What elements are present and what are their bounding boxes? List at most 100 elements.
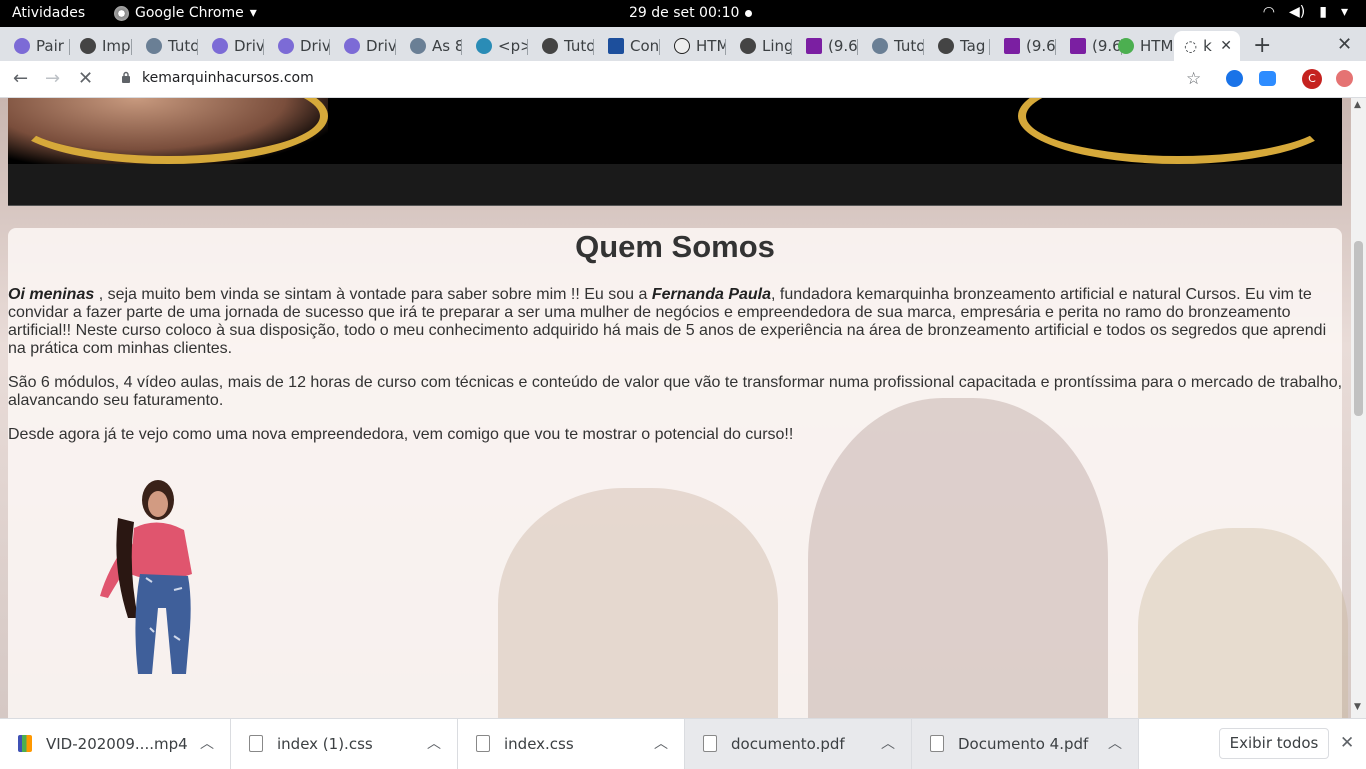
tab[interactable]: Driv: [198, 31, 264, 61]
section-title: Quem Somos: [575, 229, 775, 264]
tab-favicon-icon: [674, 38, 690, 54]
chevron-up-icon[interactable]: ︿: [654, 733, 668, 753]
scroll-down-arrow-icon[interactable]: ▼: [1354, 702, 1361, 712]
chevron-up-icon[interactable]: ︿: [200, 733, 214, 753]
activities-button[interactable]: Atividades: [12, 5, 85, 21]
pdf-file-icon: [930, 735, 944, 752]
download-item[interactable]: VID-202009....mp4 ︿: [0, 719, 231, 769]
download-filename: Documento 4.pdf: [958, 735, 1089, 753]
download-filename: index.css: [504, 735, 574, 753]
tab-active[interactable]: ◌ k ✕: [1174, 31, 1240, 61]
tab-label: Ling: [762, 37, 792, 55]
header-banner: [8, 98, 1342, 164]
volume-icon: ◀): [1289, 4, 1306, 20]
tab-favicon-icon: [740, 38, 756, 54]
tab-label: Tag: [960, 37, 986, 55]
tab-favicon-icon: [278, 38, 294, 54]
update-icon[interactable]: [1336, 70, 1353, 87]
lock-icon[interactable]: [121, 71, 131, 83]
back-arrow-icon[interactable]: ←: [13, 68, 28, 89]
tab-label: Pair: [36, 37, 64, 55]
tab[interactable]: HTM: [660, 31, 726, 61]
tab[interactable]: Driv: [264, 31, 330, 61]
tab-close-icon[interactable]: ✕: [1220, 38, 1232, 54]
loading-spinner-icon: ◌: [1184, 37, 1198, 55]
tab[interactable]: Con: [594, 31, 660, 61]
show-all-downloads-button[interactable]: Exibir todos: [1219, 728, 1329, 759]
tab[interactable]: Ling: [726, 31, 792, 61]
downloads-bar: VID-202009....mp4 ︿ index (1).css ︿ inde…: [0, 718, 1366, 769]
zoom-extension-icon[interactable]: [1259, 71, 1276, 86]
file-icon: [249, 735, 263, 752]
tab-favicon-icon: [1118, 38, 1134, 54]
tab-label: Tuto: [168, 37, 198, 55]
tab[interactable]: Tuto: [132, 31, 198, 61]
tab[interactable]: Imp: [66, 31, 132, 61]
window-close-button[interactable]: ✕: [1337, 34, 1352, 55]
tab-favicon-icon: [1004, 38, 1020, 54]
tab-favicon-icon: [146, 38, 162, 54]
scroll-up-arrow-icon[interactable]: ▲: [1354, 100, 1361, 110]
tab[interactable]: <p>: [462, 31, 528, 61]
page-scrollbar[interactable]: ▲ ▼: [1351, 98, 1366, 718]
tab[interactable]: (9.6: [792, 31, 858, 61]
tab-favicon-icon: [80, 38, 96, 54]
tab-label: As 8: [432, 37, 462, 55]
extension-icon[interactable]: [1226, 70, 1243, 87]
download-item[interactable]: index.css ︿: [458, 719, 685, 769]
download-item[interactable]: Documento 4.pdf ︿: [912, 719, 1139, 769]
tab-favicon-icon: [410, 38, 426, 54]
tab-strip: Pair Imp Tuto Driv Driv Driv As 8 <p> Tu…: [0, 27, 1366, 61]
pdf-file-icon: [703, 735, 717, 752]
forward-arrow-icon[interactable]: →: [45, 68, 60, 89]
tab-label: Driv: [300, 37, 330, 55]
tab-favicon-icon: [938, 38, 954, 54]
address-bar[interactable]: kemarquinhacursos.com: [142, 70, 314, 86]
tab-label: Imp: [102, 37, 131, 55]
stop-loading-icon[interactable]: ✕: [78, 68, 93, 89]
tab-label: <p>: [498, 37, 528, 55]
tab[interactable]: Pair: [0, 31, 70, 61]
app-menu[interactable]: Google Chrome ▾: [114, 5, 257, 21]
tab-label: (9.6: [828, 37, 858, 55]
scrollbar-thumb[interactable]: [1354, 241, 1363, 416]
clock-text: 29 de set 00:10: [629, 5, 740, 21]
caret-down-icon: ▾: [1340, 4, 1348, 20]
chevron-up-icon[interactable]: ︿: [1108, 733, 1122, 753]
download-item[interactable]: index (1).css ︿: [231, 719, 458, 769]
tab-label: Con: [630, 37, 660, 55]
page-viewport: Quem Somos Oi meninas , seja muito bem v…: [0, 98, 1351, 718]
download-item[interactable]: documento.pdf ︿: [685, 719, 912, 769]
bookmark-star-icon[interactable]: ☆: [1186, 69, 1201, 89]
tab-label: HTM: [696, 37, 726, 55]
chevron-up-icon[interactable]: ︿: [881, 733, 895, 753]
tab-label: k: [1203, 37, 1212, 55]
profile-avatar[interactable]: C: [1302, 69, 1322, 89]
tab[interactable]: Driv: [330, 31, 396, 61]
clock[interactable]: 29 de set 00:10: [629, 5, 753, 21]
system-top-bar: Atividades Google Chrome ▾ 29 de set 00:…: [0, 0, 1366, 27]
system-menu[interactable]: ◠ ◀) ▮ ▾: [1263, 4, 1348, 20]
tab-label: Driv: [234, 37, 264, 55]
tab[interactable]: Tuto: [858, 31, 924, 61]
tab[interactable]: (9.6: [990, 31, 1056, 61]
tab[interactable]: Tag: [924, 31, 990, 61]
chevron-up-icon[interactable]: ︿: [427, 733, 441, 753]
tab-favicon-icon: [212, 38, 228, 54]
tab[interactable]: Tuto: [528, 31, 594, 61]
close-downloads-icon[interactable]: ✕: [1340, 733, 1354, 753]
tab[interactable]: As 8: [396, 31, 462, 61]
tab[interactable]: HTM: [1104, 31, 1174, 61]
wifi-icon: ◠: [1262, 4, 1276, 20]
tab-favicon-icon: [14, 38, 30, 54]
greeting: Oi meninas: [8, 286, 95, 303]
tab-favicon-icon: [872, 38, 888, 54]
tab-label: Driv: [366, 37, 396, 55]
about-section: Quem Somos Oi meninas , seja muito bem v…: [8, 228, 1348, 718]
tab-label: Tuto: [894, 37, 924, 55]
download-filename: index (1).css: [277, 735, 373, 753]
file-icon: [476, 735, 490, 752]
new-tab-button[interactable]: +: [1253, 33, 1271, 58]
caret-down-icon: ▾: [249, 5, 257, 21]
closing-paragraph: Desde agora já te vejo como uma nova emp…: [8, 426, 794, 443]
